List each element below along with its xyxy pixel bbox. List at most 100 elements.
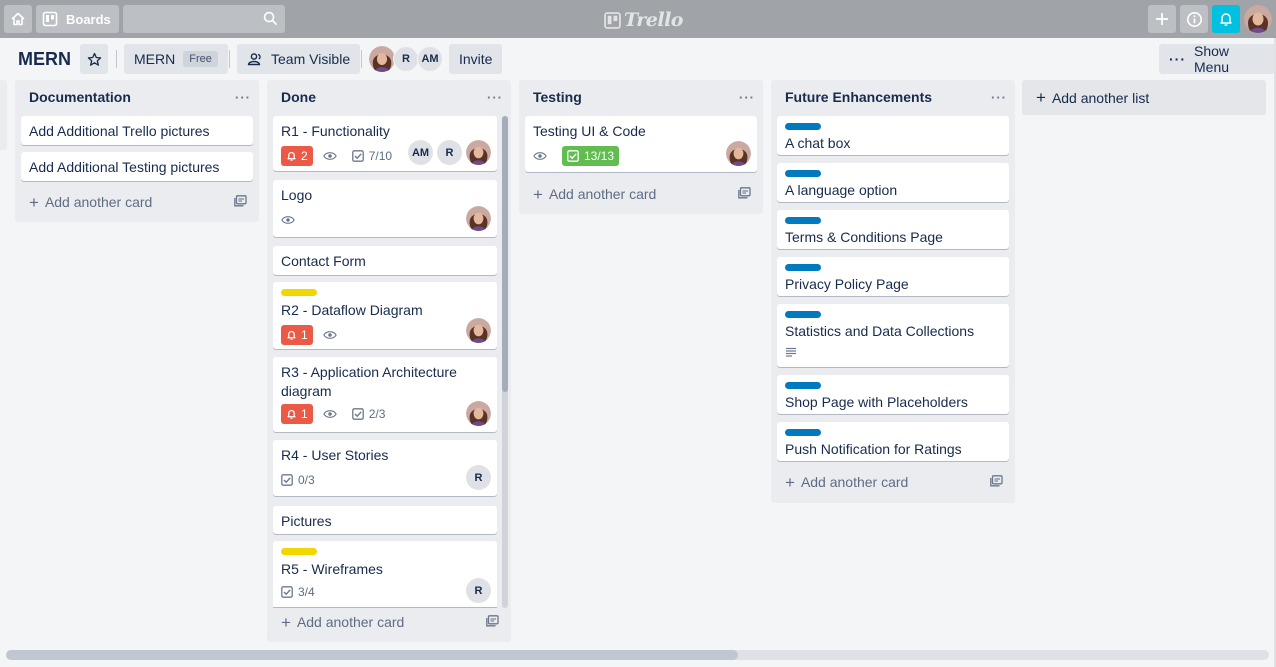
checklist-badge: 0/3 xyxy=(281,470,315,490)
list-documentation: Documentation ··· Add Additional Trello … xyxy=(15,80,259,222)
list-scrollbar-thumb[interactable] xyxy=(502,116,508,392)
board-title[interactable]: MERN xyxy=(18,49,71,70)
card-member-avatar-photo[interactable] xyxy=(466,140,491,165)
checklist-count: 7/10 xyxy=(368,149,393,163)
create-button[interactable] xyxy=(1148,5,1176,33)
member-avatar[interactable]: AM xyxy=(417,46,443,72)
show-menu-button[interactable]: ··· Show Menu xyxy=(1159,43,1276,75)
more-icon: ··· xyxy=(1169,51,1186,67)
card-member-avatar-photo[interactable] xyxy=(726,141,751,166)
watching-badge xyxy=(281,210,300,230)
notifications-button[interactable] xyxy=(1212,5,1240,33)
list-menu-icon[interactable]: ··· xyxy=(235,90,251,105)
card-label-yellow[interactable] xyxy=(281,289,317,296)
list-header[interactable]: Done ··· xyxy=(267,80,511,114)
home-button[interactable] xyxy=(4,5,32,33)
add-card-button[interactable]: + Add another card xyxy=(525,181,755,207)
card-label-blue[interactable] xyxy=(785,429,821,436)
member-avatar[interactable]: R xyxy=(393,46,419,72)
list-done: Done ··· R1 - Functionality 2 7/10 AM R xyxy=(267,80,511,642)
card[interactable]: Testing UI & Code 13/13 xyxy=(525,116,757,172)
add-list-button[interactable]: + Add another list xyxy=(1022,80,1266,115)
card-title: Shop Page with Placeholders xyxy=(785,394,968,410)
card[interactable]: R4 - User Stories 0/3 R xyxy=(273,440,497,496)
trello-logo[interactable]: Trello xyxy=(604,9,683,31)
user-avatar[interactable] xyxy=(1244,5,1272,33)
card[interactable]: Logo xyxy=(273,180,497,237)
card-member-avatar-photo[interactable] xyxy=(466,206,491,231)
card-member-avatar[interactable]: AM xyxy=(408,140,433,165)
boards-button[interactable]: Boards xyxy=(36,5,119,33)
card[interactable]: Terms & Conditions Page xyxy=(777,210,1009,249)
card[interactable]: Push Notification for Ratings xyxy=(777,422,1009,461)
card-label-blue[interactable] xyxy=(785,217,821,224)
list-menu-icon[interactable]: ··· xyxy=(487,90,503,105)
card[interactable]: Add Additional Testing pictures xyxy=(21,152,253,181)
list-scrollbar[interactable] xyxy=(502,116,508,608)
card-member-avatar-photo[interactable] xyxy=(466,401,491,426)
add-card-button[interactable]: + Add another card xyxy=(777,469,1007,495)
card-member-avatar[interactable]: R xyxy=(466,578,491,603)
card[interactable]: Shop Page with Placeholders xyxy=(777,375,1009,414)
card[interactable]: Pictures xyxy=(273,506,497,534)
card-member-avatar-photo[interactable] xyxy=(466,318,491,343)
invite-button[interactable]: Invite xyxy=(449,44,503,74)
card[interactable]: Statistics and Data Collections xyxy=(777,304,1009,367)
card[interactable]: A language option xyxy=(777,163,1009,202)
plus-icon: + xyxy=(281,612,291,632)
card-title: A language option xyxy=(785,182,898,198)
card-label-blue[interactable] xyxy=(785,264,821,271)
list-title[interactable]: Future Enhancements xyxy=(785,89,932,105)
search-input[interactable] xyxy=(122,5,285,33)
board-horizontal-scrollbar[interactable] xyxy=(6,650,1269,660)
card[interactable]: R5 - Wireframes 3/4 R xyxy=(273,541,497,607)
card-template-icon[interactable] xyxy=(486,615,499,627)
card-label-blue[interactable] xyxy=(785,311,821,318)
list-title[interactable]: Testing xyxy=(533,89,582,105)
header-separator xyxy=(229,50,230,68)
add-card-button[interactable]: + Add another card xyxy=(21,189,251,215)
card-title: Privacy Policy Page xyxy=(785,276,909,292)
due-date-badge[interactable]: 1 xyxy=(281,404,313,424)
card-member-avatar[interactable]: R xyxy=(466,465,491,490)
checklist-badge: 2/3 xyxy=(351,404,385,424)
card-member-avatar[interactable]: R xyxy=(437,140,462,165)
list-header[interactable]: Documentation ··· xyxy=(15,80,259,114)
card[interactable]: A chat box xyxy=(777,116,1009,155)
team-button[interactable]: MERN Free xyxy=(124,44,228,74)
search-icon[interactable] xyxy=(263,11,278,26)
due-date-badge[interactable]: 1 xyxy=(281,325,313,345)
list-header[interactable]: Testing ··· xyxy=(519,80,763,114)
card-template-icon[interactable] xyxy=(990,475,1003,487)
search-box[interactable] xyxy=(122,5,285,33)
card-title: R3 - Application Architecture diagram xyxy=(281,364,457,399)
list-header[interactable]: Future Enhancements ··· xyxy=(771,80,1015,114)
card-label-yellow[interactable] xyxy=(281,548,317,555)
card[interactable]: R3 - Application Architecture diagram 1 … xyxy=(273,357,497,432)
visibility-button[interactable]: Team Visible xyxy=(237,44,361,74)
card-label-blue[interactable] xyxy=(785,123,821,130)
info-button[interactable] xyxy=(1180,5,1208,33)
list-title[interactable]: Documentation xyxy=(29,89,131,105)
add-card-button[interactable]: + Add another card xyxy=(273,609,503,635)
list-menu-icon[interactable]: ··· xyxy=(739,90,755,105)
card[interactable]: Contact Form xyxy=(273,246,497,275)
card-template-icon[interactable] xyxy=(738,187,751,199)
card-title: Pictures xyxy=(281,513,332,529)
top-header: Boards Trello xyxy=(0,0,1276,38)
card[interactable]: R2 - Dataflow Diagram 1 xyxy=(273,282,497,349)
board-scrollbar-thumb[interactable] xyxy=(6,650,738,660)
member-avatar-photo[interactable] xyxy=(369,46,395,72)
list-menu-icon[interactable]: ··· xyxy=(991,90,1007,105)
due-date-badge[interactable]: 2 xyxy=(281,146,313,166)
card-label-blue[interactable] xyxy=(785,170,821,177)
card-title: Statistics and Data Collections xyxy=(785,323,975,339)
star-button[interactable] xyxy=(80,44,108,74)
card-template-icon[interactable] xyxy=(234,195,247,207)
card[interactable]: Add Additional Trello pictures xyxy=(21,116,253,145)
list-title[interactable]: Done xyxy=(281,89,316,105)
card-label-blue[interactable] xyxy=(785,382,821,389)
card[interactable]: Privacy Policy Page xyxy=(777,257,1009,296)
card[interactable]: R1 - Functionality 2 7/10 AM R xyxy=(273,116,497,171)
plan-badge: Free xyxy=(183,51,218,67)
